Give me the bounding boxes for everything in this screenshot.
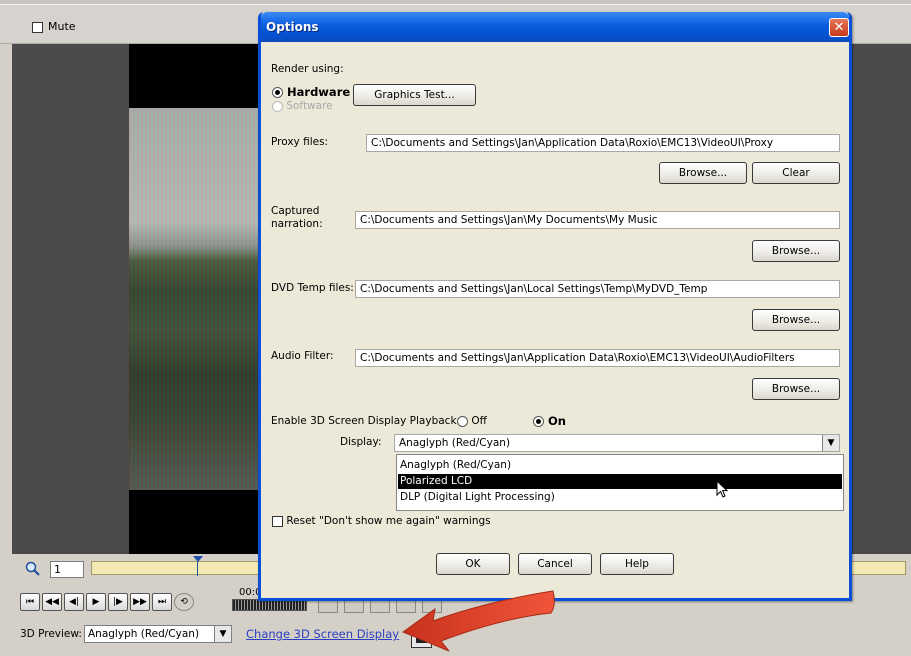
go-to-end-button[interactable]: ⏭: [152, 593, 172, 611]
display-label: Display:: [340, 436, 382, 448]
off-radio-button[interactable]: [457, 415, 468, 427]
go-to-end-icon: ⏭: [157, 597, 167, 607]
narration-input[interactable]: C:\Documents and Settings\Jan\My Documen…: [355, 211, 840, 229]
3d-preview-select-value: Anaglyph (Red/Cyan): [88, 628, 200, 640]
3d-preview-select[interactable]: Anaglyph (Red/Cyan) ▼: [84, 625, 232, 643]
audio-browse-button[interactable]: Browse...: [752, 378, 840, 400]
proxy-clear-button[interactable]: Clear: [752, 162, 840, 184]
cancel-button[interactable]: Cancel: [518, 553, 592, 575]
audio-filter-input[interactable]: C:\Documents and Settings\Jan\Applicatio…: [355, 349, 840, 367]
proxy-files-label: Proxy files:: [271, 136, 329, 148]
on-label: On: [548, 414, 566, 428]
loop-button[interactable]: ⟲: [174, 593, 194, 611]
rewind-icon: ◀◀: [45, 597, 59, 607]
reset-warnings-label: Reset "Don't show me again" warnings: [286, 515, 491, 527]
display-select-value: Anaglyph (Red/Cyan): [399, 437, 511, 449]
render-using-label: Render using:: [271, 63, 344, 75]
on-radio-button[interactable]: [533, 416, 544, 427]
display-option-anaglyph[interactable]: Anaglyph (Red/Cyan): [398, 458, 842, 473]
mute-label: Mute: [48, 20, 76, 33]
audio-filter-label: Audio Filter:: [271, 350, 334, 362]
step-back-icon: ◀|: [69, 597, 79, 607]
fast-forward-icon: ▶▶: [133, 597, 147, 607]
rewind-button[interactable]: ◀◀: [42, 593, 62, 611]
mute-checkbox[interactable]: Mute: [32, 20, 76, 33]
reset-warnings-box[interactable]: [272, 515, 283, 527]
close-button[interactable]: ✕: [829, 18, 849, 37]
display-option-polarized-lcd[interactable]: Polarized LCD: [398, 474, 842, 489]
go-to-start-icon: ⏮: [25, 597, 35, 607]
captured-label: Captured: [271, 205, 320, 217]
dvd-temp-files-input[interactable]: C:\Documents and Settings\Jan\Local Sett…: [355, 280, 840, 298]
off-label: Off: [471, 415, 487, 427]
playhead-marker[interactable]: [193, 556, 203, 562]
enable-3d-label: Enable 3D Screen Display Playback:: [271, 415, 461, 427]
close-icon: ✕: [833, 20, 845, 35]
enable-3d-on-radio[interactable]: On: [533, 414, 566, 428]
zoom-level-field[interactable]: 1: [50, 561, 84, 578]
fast-forward-button[interactable]: ▶▶: [130, 593, 150, 611]
proxy-browse-button[interactable]: Browse...: [659, 162, 747, 184]
enable-3d-off-radio[interactable]: Off: [457, 415, 487, 427]
options-dialog: Options ✕: [258, 12, 852, 601]
reset-warnings-checkbox[interactable]: Reset "Don't show me again" warnings: [272, 515, 491, 527]
timeline-ruler-right[interactable]: [848, 561, 906, 575]
graphics-test-button[interactable]: Graphics Test...: [353, 84, 476, 106]
chevron-down-icon[interactable]: ▼: [214, 626, 231, 642]
playhead-line: [197, 562, 198, 576]
annotation-arrow-icon: [401, 590, 555, 652]
dvd-browse-button[interactable]: Browse...: [752, 309, 840, 331]
software-label: Software: [286, 100, 333, 112]
narration-label: narration:: [271, 218, 323, 230]
display-select[interactable]: Anaglyph (Red/Cyan) ▼: [394, 434, 840, 452]
timeline-ruler[interactable]: [91, 561, 262, 575]
narration-browse-button[interactable]: Browse...: [752, 240, 840, 262]
help-button[interactable]: Help: [600, 553, 674, 575]
chevron-down-icon[interactable]: ▼: [822, 435, 839, 451]
ok-button[interactable]: OK: [436, 553, 510, 575]
proxy-files-input[interactable]: C:\Documents and Settings\Jan\Applicatio…: [366, 134, 840, 152]
step-back-button[interactable]: ◀|: [64, 593, 84, 611]
render-hardware-radio[interactable]: Hardware: [272, 85, 350, 99]
change-3d-screen-display-link[interactable]: Change 3D Screen Display: [246, 627, 399, 641]
video-image: [129, 108, 261, 490]
display-option-dlp[interactable]: DLP (Digital Light Processing): [398, 490, 842, 505]
loop-icon: ⟲: [180, 597, 188, 607]
software-radio-button: [272, 100, 283, 112]
play-button[interactable]: ▶: [86, 593, 106, 611]
step-forward-button[interactable]: |▶: [108, 593, 128, 611]
render-software-radio: Software: [272, 100, 333, 112]
3d-preview-label: 3D Preview:: [20, 628, 82, 640]
mouse-cursor-icon: [716, 479, 730, 503]
transport-controls: ⏮ ◀◀ ◀| ▶ |▶ ▶▶ ⏭ ⟲: [20, 593, 220, 613]
display-dropdown-list: Anaglyph (Red/Cyan) Polarized LCD DLP (D…: [396, 454, 844, 511]
step-forward-icon: |▶: [113, 597, 123, 607]
hardware-radio-button[interactable]: [272, 87, 283, 98]
zoom-icon[interactable]: [25, 561, 41, 577]
dvd-temp-files-label: DVD Temp files:: [271, 282, 354, 294]
dialog-title: Options: [266, 20, 319, 34]
mute-checkbox-box[interactable]: [32, 21, 43, 33]
play-icon: ▶: [92, 597, 100, 607]
go-to-start-button[interactable]: ⏮: [20, 593, 40, 611]
hardware-label: Hardware: [287, 85, 351, 99]
dialog-title-bar[interactable]: Options ✕: [261, 12, 849, 42]
